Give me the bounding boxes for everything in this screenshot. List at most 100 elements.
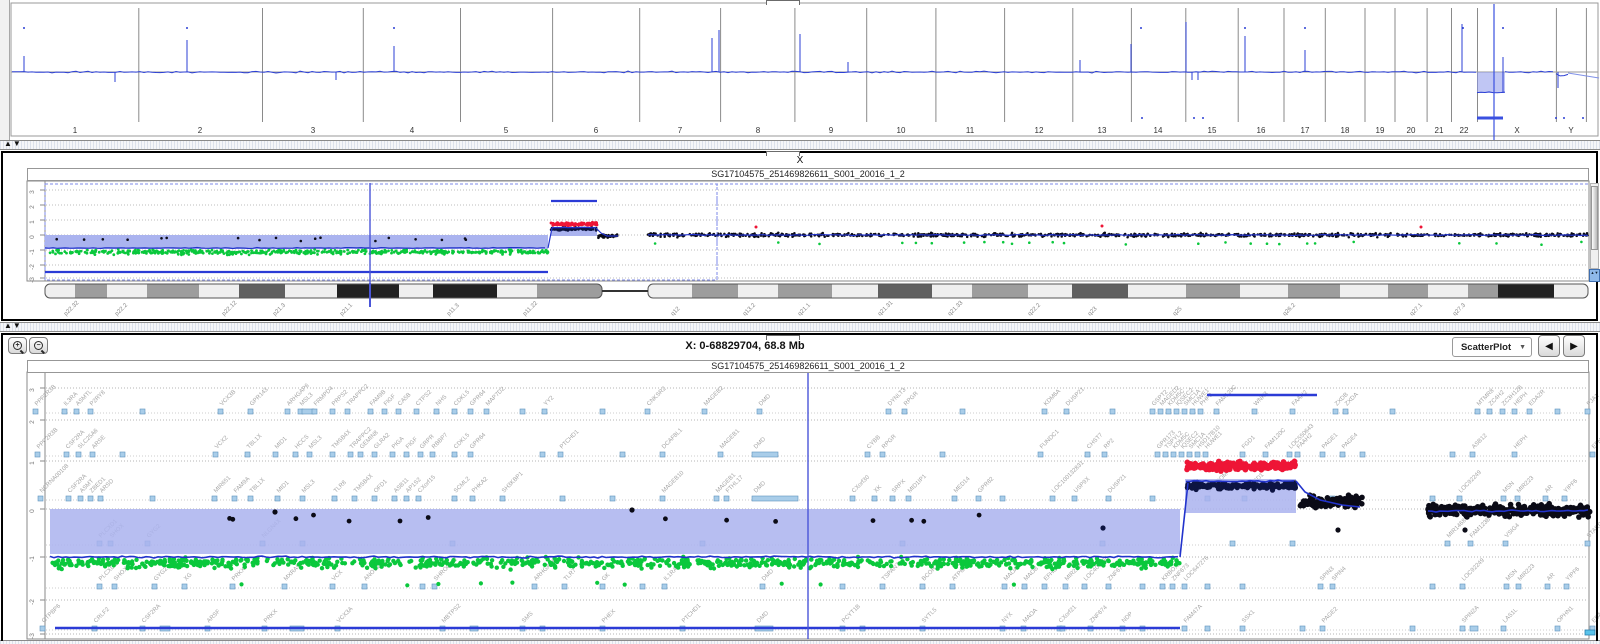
svg-text:-2: -2 — [29, 599, 36, 605]
scroll-arrows-icon[interactable]: ▲▼ — [1589, 269, 1600, 282]
separator-bottom[interactable] — [0, 640, 1600, 644]
view-type-dropdown[interactable]: ScatterPlot ▼ — [1452, 337, 1532, 357]
svg-text:1: 1 — [29, 220, 36, 224]
svg-text:GPR64: GPR64 — [469, 432, 488, 451]
svg-text:SYTL5: SYTL5 — [921, 607, 939, 625]
svg-text:q12: q12 — [670, 306, 682, 318]
svg-text:10: 10 — [897, 126, 906, 135]
prev-region-button[interactable]: ◀ — [1538, 335, 1560, 357]
svg-text:MAOA: MAOA — [1022, 608, 1039, 625]
region-coordinates-title: X: 0-68829704, 68.8 Mb — [595, 340, 895, 352]
svg-text:q21.31: q21.31 — [877, 300, 895, 318]
svg-text:SPIN2A: SPIN2A — [1461, 605, 1480, 624]
svg-text:CRLF2: CRLF2 — [93, 606, 111, 624]
svg-text:4: 4 — [410, 126, 415, 135]
svg-text:p21.3: p21.3 — [272, 302, 287, 317]
sample-id-text: SG17104575_251469826611_S001_20016_1_2 — [711, 169, 905, 179]
next-region-button[interactable]: ▶ — [1563, 335, 1585, 357]
svg-text:YIPF6: YIPF6 — [1563, 478, 1580, 495]
svg-text:DMD: DMD — [756, 610, 770, 624]
svg-text:MSL3: MSL3 — [301, 479, 317, 495]
svg-text:PAGE2: PAGE2 — [1321, 606, 1340, 625]
separator-middle[interactable]: ▲▼ — [0, 322, 1600, 332]
splitter-arrows-icon[interactable]: ▲▼ — [4, 321, 22, 330]
svg-text:TLR8: TLR8 — [333, 479, 348, 494]
pane-resize-handle-top[interactable] — [766, 0, 800, 5]
svg-text:SRPX: SRPX — [891, 479, 907, 495]
separator-top[interactable]: ▲▼ — [0, 140, 1600, 150]
splitter-arrows-icon[interactable]: ▲▼ — [4, 139, 22, 148]
svg-text:20: 20 — [1407, 126, 1416, 135]
svg-text:q23: q23 — [1087, 306, 1099, 318]
svg-text:CNKSR2: CNKSR2 — [646, 385, 668, 407]
svg-text:DMD: DMD — [753, 480, 767, 494]
svg-text:OPHN1: OPHN1 — [1556, 605, 1575, 624]
svg-text:-2: -2 — [29, 264, 36, 270]
svg-text:SH3KBP1: SH3KBP1 — [501, 471, 525, 495]
svg-text:DUSP21: DUSP21 — [1107, 473, 1128, 494]
svg-text:ARSF: ARSF — [206, 609, 222, 625]
svg-text:DMD: DMD — [753, 436, 767, 450]
svg-text:ASB12: ASB12 — [1471, 432, 1489, 450]
svg-text:p11.22: p11.22 — [522, 300, 539, 317]
zoom-out-button[interactable]: − — [29, 337, 48, 354]
svg-text:MSN: MSN — [1505, 569, 1519, 583]
middle-vertical-scrollbar[interactable] — [1590, 183, 1599, 269]
svg-text:MIR651: MIR651 — [213, 475, 233, 495]
svg-text:FAM123B: FAM123B — [1469, 517, 1492, 540]
svg-text:YY2: YY2 — [543, 395, 556, 408]
svg-text:FAM120C: FAM120C — [1264, 427, 1288, 451]
svg-text:MSN: MSN — [1502, 481, 1516, 495]
svg-text:3: 3 — [29, 190, 36, 194]
svg-text:DCAF8L1: DCAF8L1 — [661, 427, 684, 450]
app-window: 12345678910111213141516171819202122XY321… — [0, 0, 1600, 644]
svg-text:CXorf30: CXorf30 — [851, 474, 871, 494]
svg-text:MAGEB10: MAGEB10 — [661, 470, 686, 495]
svg-text:SPIN4: SPIN4 — [1331, 565, 1348, 582]
svg-text:NHS: NHS — [435, 394, 448, 407]
svg-text:CXorf21: CXorf21 — [1058, 604, 1078, 624]
svg-text:2: 2 — [198, 126, 203, 135]
svg-text:q27.3: q27.3 — [1452, 302, 1467, 317]
view-type-value: ScatterPlot — [1453, 342, 1519, 353]
svg-text:GPR64: GPR64 — [469, 389, 488, 408]
svg-text:PTCHD1: PTCHD1 — [559, 429, 581, 451]
svg-text:CHST7: CHST7 — [1086, 432, 1105, 451]
svg-text:q27.1: q27.1 — [1409, 302, 1424, 317]
svg-text:22: 22 — [1460, 126, 1469, 135]
svg-text:0: 0 — [29, 509, 36, 513]
svg-text:VCX3B: VCX3B — [219, 389, 237, 407]
svg-text:MBTPS2: MBTPS2 — [441, 603, 463, 625]
svg-text:18: 18 — [1341, 126, 1350, 135]
svg-text:NCRNA00108: NCRNA00108 — [39, 463, 71, 495]
svg-text:-3: -3 — [29, 277, 36, 283]
svg-text:16: 16 — [1257, 126, 1266, 135]
zoom-in-glyph: + — [15, 343, 19, 349]
svg-text:VCX3A: VCX3A — [336, 606, 354, 624]
zoom-in-button[interactable]: + — [8, 337, 27, 354]
svg-text:PJA1: PJA1 — [1586, 393, 1600, 408]
svg-text:CA5B: CA5B — [397, 392, 412, 407]
svg-text:CDKL5: CDKL5 — [453, 432, 471, 450]
svg-text:Y: Y — [1568, 126, 1574, 135]
svg-text:LOC92249: LOC92249 — [1461, 557, 1486, 582]
scrollbar-thumb[interactable] — [1591, 186, 1598, 250]
svg-text:CXorf15: CXorf15 — [417, 474, 437, 494]
zoom-out-icon: − — [34, 341, 43, 350]
svg-text:LOC92249: LOC92249 — [1458, 469, 1483, 494]
svg-text:GPR82: GPR82 — [977, 476, 996, 495]
svg-text:NYX: NYX — [1001, 611, 1014, 624]
sample-id-text: SG17104575_251469826611_S001_20016_1_2 — [711, 361, 905, 371]
svg-text:X: X — [1514, 126, 1520, 135]
svg-text:RBBP7: RBBP7 — [431, 432, 450, 451]
chromosome-tab[interactable]: X — [0, 155, 1600, 166]
svg-text:PHKA2: PHKA2 — [471, 476, 490, 495]
svg-text:TRAPPC2: TRAPPC2 — [346, 383, 370, 407]
sample-title-bar-middle: SG17104575_251469826611_S001_20016_1_2 — [27, 168, 1589, 181]
svg-text:EFNB1: EFNB1 — [1591, 432, 1600, 450]
svg-text:USP9X: USP9X — [1073, 476, 1091, 494]
svg-text:VCX: VCX — [331, 569, 344, 582]
svg-text:q22.2: q22.2 — [1027, 302, 1042, 317]
svg-text:RP2: RP2 — [1103, 437, 1116, 450]
zoom-in-icon: + — [13, 341, 22, 350]
